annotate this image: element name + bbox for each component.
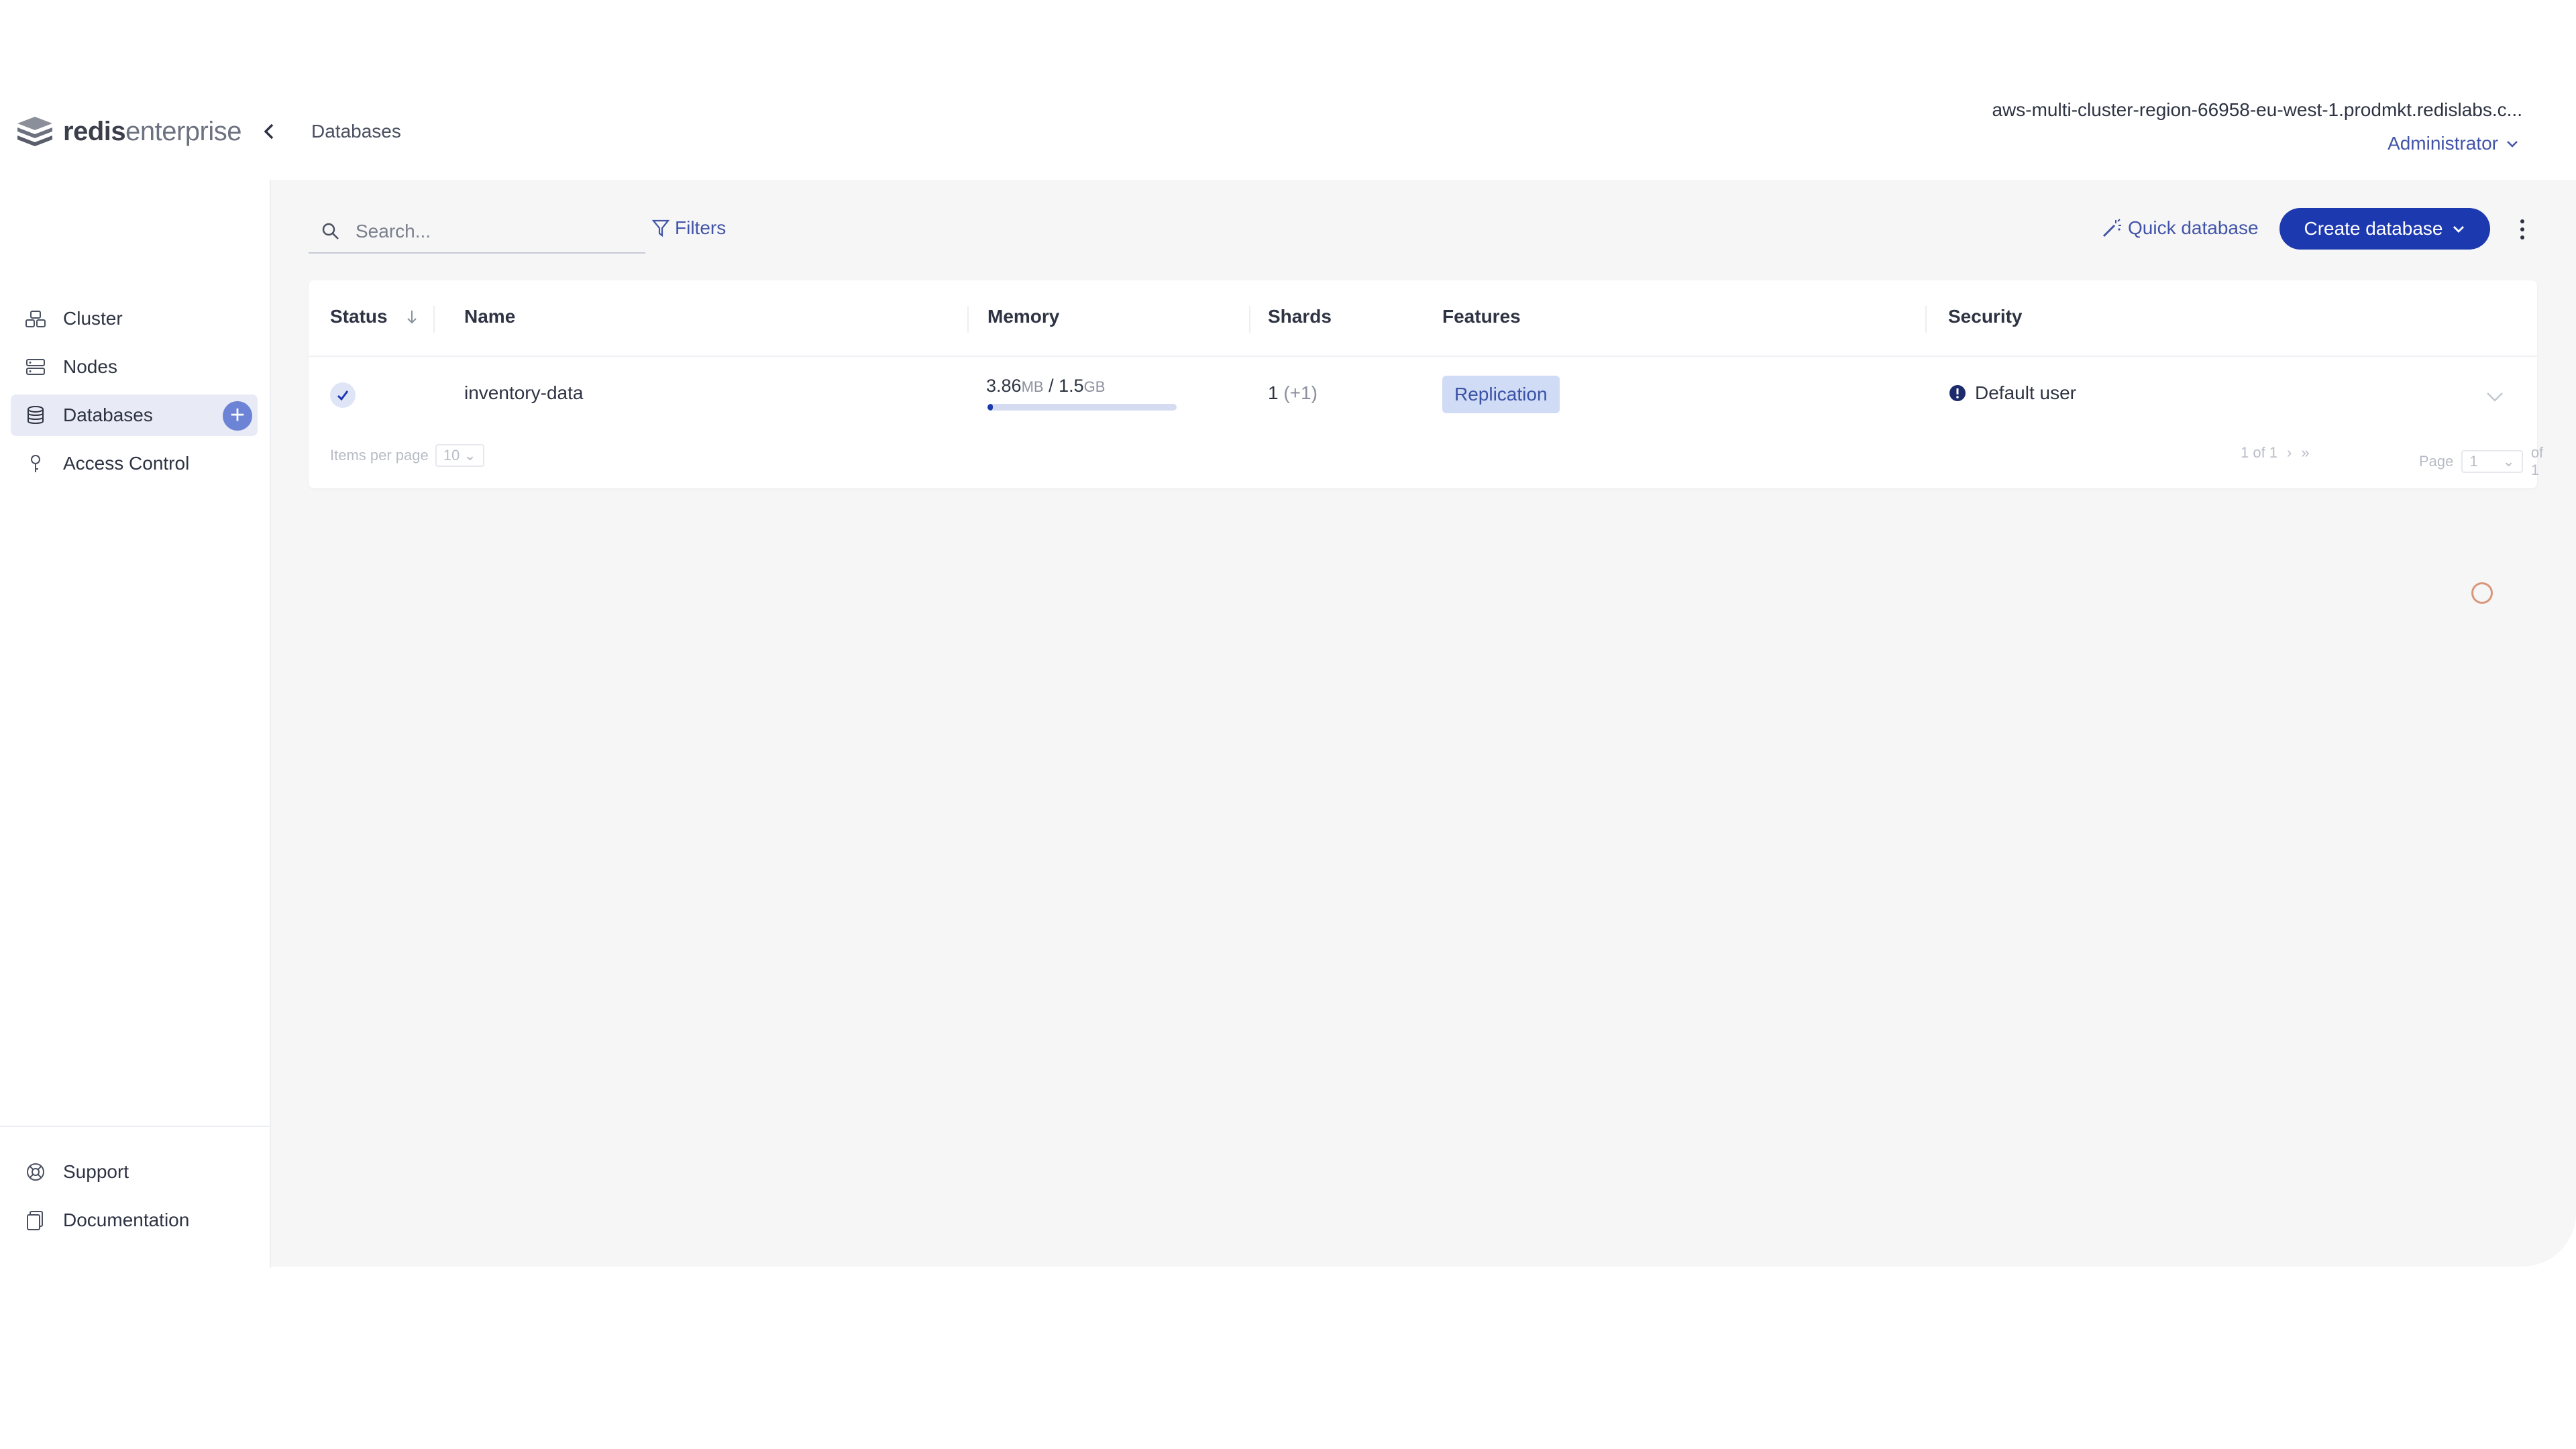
column-header-shards[interactable]: Shards xyxy=(1268,306,1332,327)
column-header-security[interactable]: Security xyxy=(1948,306,2023,327)
shards-replica: (+1) xyxy=(1283,382,1318,403)
info-icon xyxy=(1949,385,1966,401)
magic-wand-icon xyxy=(2102,219,2121,237)
last-page-icon[interactable]: » xyxy=(2301,444,2309,462)
databases-table: Status Name Memory Shards Features Secur… xyxy=(309,280,2543,488)
sidebar-item-label: Cluster xyxy=(63,308,123,329)
column-header-status[interactable]: Status xyxy=(330,306,419,327)
status-active-check-icon xyxy=(330,382,356,408)
user-role-label: Administrator xyxy=(2387,133,2498,154)
sidebar-item-access-control[interactable]: Access Control xyxy=(11,443,258,484)
items-per-page-select[interactable]: 10 ⌄ xyxy=(435,444,484,467)
column-header-name[interactable]: Name xyxy=(464,306,515,327)
search-input[interactable] xyxy=(354,220,639,243)
user-role-menu[interactable]: Administrator xyxy=(2387,133,2520,154)
page-of-label: of 1 xyxy=(2530,444,2544,478)
security-label: Default user xyxy=(1975,382,2076,403)
quick-database-button[interactable]: Quick database xyxy=(2101,217,2259,239)
memory-used-unit: MB xyxy=(1021,378,1044,395)
top-header: redisenterprise Databases aws-multi-clus… xyxy=(0,64,2576,181)
column-separator xyxy=(433,306,435,333)
key-icon xyxy=(31,455,40,472)
cluster-icon xyxy=(25,311,46,327)
database-name-link[interactable]: inventory-data xyxy=(464,382,583,404)
shards-primary: 1 xyxy=(1268,382,1279,403)
database-icon xyxy=(28,406,44,424)
chevron-down-icon xyxy=(2507,141,2518,148)
pagination: 1 of 1 › » xyxy=(2241,444,2310,462)
shards-count: 1 (+1) xyxy=(1268,382,1318,404)
memory-used-value: 3.86 xyxy=(986,376,1022,396)
filters-label: Filters xyxy=(675,217,727,238)
page-jump: Page 1 ⌄ of 1 xyxy=(2419,444,2552,479)
filter-icon xyxy=(652,219,669,237)
memory-usage-bar xyxy=(987,404,1177,411)
table-footer: Items per page 10 ⌄ 1 of 1 › » Page 1 ⌄ o… xyxy=(309,437,2543,478)
sidebar-item-support[interactable]: Support xyxy=(11,1151,258,1193)
chevron-down-icon: ⌄ xyxy=(464,447,476,464)
redis-logo-icon xyxy=(17,117,52,146)
expand-row-chevron-down-icon[interactable] xyxy=(2483,385,2506,408)
sidebar: Cluster Nodes Databases + Access Control… xyxy=(0,180,271,1268)
page-select-value: 1 xyxy=(2469,453,2478,470)
memory-separator: / xyxy=(1043,376,1059,396)
chevron-down-icon xyxy=(2453,226,2464,233)
add-database-button[interactable]: + xyxy=(223,401,252,431)
main-content: Filters Quick database Create database S… xyxy=(271,180,2576,1267)
security-status: Default user xyxy=(1948,382,2076,404)
page-select[interactable]: 1 ⌄ xyxy=(2461,450,2523,473)
sidebar-item-databases[interactable]: Databases + xyxy=(11,394,258,436)
sidebar-item-label: Support xyxy=(63,1161,129,1182)
search-box[interactable] xyxy=(309,211,645,254)
column-separator xyxy=(1249,306,1250,333)
column-separator xyxy=(967,306,969,333)
sidebar-item-label: Databases xyxy=(63,405,153,425)
quick-database-label: Quick database xyxy=(2128,217,2259,238)
items-per-page-value: 10 xyxy=(443,447,460,464)
sort-arrow-down-icon xyxy=(407,311,417,324)
page-label: Page xyxy=(2419,453,2454,470)
column-header-features[interactable]: Features xyxy=(1442,306,1521,327)
cluster-name: aws-multi-cluster-region-66958-eu-west-1… xyxy=(1992,99,2522,120)
sidebar-item-cluster[interactable]: Cluster xyxy=(11,298,258,339)
page-range: 1 of 1 xyxy=(2241,444,2278,461)
memory-total-unit: GB xyxy=(1083,378,1106,395)
lifebuoy-icon xyxy=(27,1163,44,1181)
column-header-memory[interactable]: Memory xyxy=(987,306,1059,327)
sidebar-item-label: Access Control xyxy=(63,453,190,474)
items-per-page: Items per page 10 ⌄ xyxy=(330,444,484,467)
docs-icon xyxy=(27,1211,43,1230)
sidebar-footer: Support Documentation xyxy=(0,1126,270,1230)
filters-button[interactable]: Filters xyxy=(652,217,726,239)
feature-tag-replication: Replication xyxy=(1442,376,1560,413)
collapse-sidebar-chevron-left-icon[interactable] xyxy=(257,119,281,144)
more-options-kebab-icon[interactable] xyxy=(2516,216,2529,243)
nodes-icon xyxy=(26,359,45,375)
next-page-icon[interactable]: › xyxy=(2287,444,2292,462)
memory-usage: 3.86MB / 1.5GB xyxy=(986,376,1105,396)
redis-enterprise-logo[interactable]: redisenterprise xyxy=(15,113,241,150)
table-header: Status Name Memory Shards Features Secur… xyxy=(309,280,2537,357)
sidebar-item-label: Nodes xyxy=(63,356,117,377)
sidebar-item-label: Documentation xyxy=(63,1210,190,1230)
logo-text: redisenterprise xyxy=(63,116,241,146)
sidebar-item-nodes[interactable]: Nodes xyxy=(11,346,258,388)
create-database-label: Create database xyxy=(2304,218,2443,239)
chevron-down-icon: ⌄ xyxy=(2502,453,2515,470)
column-separator xyxy=(1925,306,1927,333)
table-row[interactable]: inventory-data 3.86MB / 1.5GB 1 (+1) Rep… xyxy=(309,356,2537,433)
memory-usage-bar-fill xyxy=(987,404,994,411)
sidebar-item-documentation[interactable]: Documentation xyxy=(11,1199,258,1241)
column-header-label: Status xyxy=(330,306,388,327)
search-icon xyxy=(322,223,339,239)
mouse-cursor-indicator xyxy=(2471,582,2493,604)
items-per-page-label: Items per page xyxy=(330,447,429,464)
breadcrumb[interactable]: Databases xyxy=(311,121,401,142)
create-database-button[interactable]: Create database xyxy=(2279,208,2490,250)
memory-total-value: 1.5 xyxy=(1059,376,1084,396)
app-window: redisenterprise Databases aws-multi-clus… xyxy=(0,64,2576,1268)
